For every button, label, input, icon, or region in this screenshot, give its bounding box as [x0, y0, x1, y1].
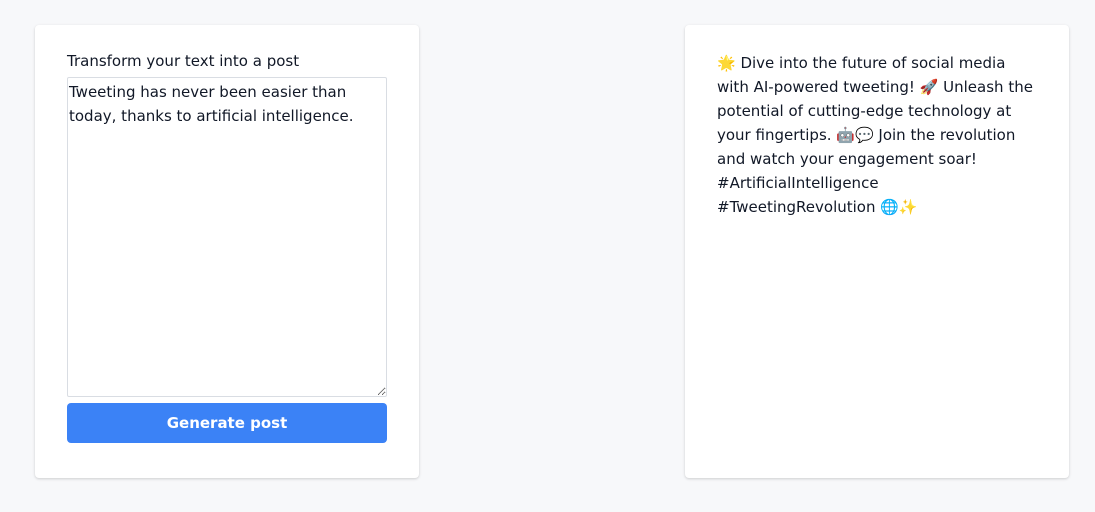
generated-post-text: 🌟 Dive into the future of social media w…: [717, 54, 1038, 216]
input-label: Transform your text into a post: [67, 52, 300, 70]
generate-post-button[interactable]: Generate post: [67, 403, 387, 443]
output-card: 🌟 Dive into the future of social media w…: [685, 25, 1069, 478]
text-input[interactable]: Tweeting has never been easier than toda…: [67, 77, 387, 397]
input-card: Transform your text into a post Tweeting…: [35, 25, 419, 478]
